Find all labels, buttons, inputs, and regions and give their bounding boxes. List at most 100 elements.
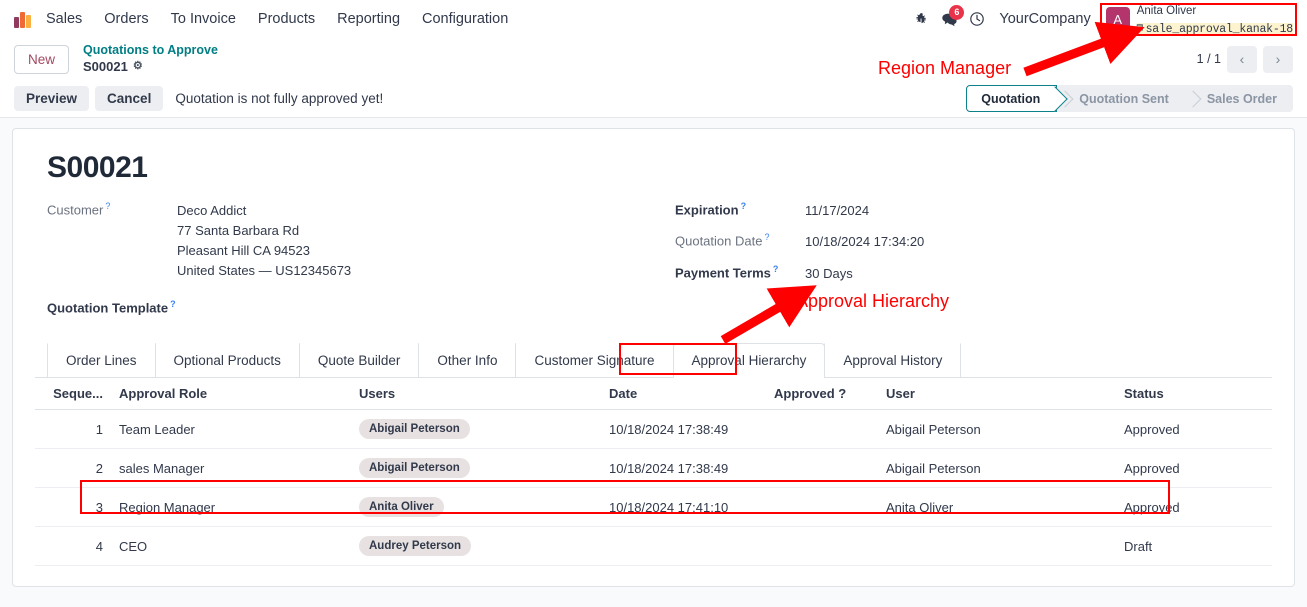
pager: 1 / 1 ‹ › [1196,45,1293,73]
table-row[interactable]: 2 sales Manager Abigail Peterson 10/18/2… [35,448,1272,489]
breadcrumb-current-label: S00021 [83,58,128,74]
field-expiration: Expiration? 11/17/2024 [675,201,1272,221]
database-name: ▤ sale_approval_kanak-18 [1136,22,1294,37]
database-label: sale_approval_kanak-18 [1145,22,1294,36]
customer-label: Customer? [47,201,111,218]
tab-customer-signature[interactable]: Customer Signature [515,343,674,379]
cell-users: Audrey Peterson [353,526,603,567]
cell-approved [768,448,880,489]
cell-date: 10/18/2024 17:41:10 [603,487,768,528]
pager-count: 1 / 1 [1196,52,1221,66]
odoo-sales-logo-icon [14,10,34,28]
tab-order-lines[interactable]: Order Lines [47,343,156,379]
field-customer: Customer? Deco Addict 77 Santa Barbara R… [47,201,667,281]
cell-sequence: 3 [35,487,113,528]
breadcrumb-parent[interactable]: Quotations to Approve [83,43,218,59]
nav-menu-reporting[interactable]: Reporting [326,5,411,33]
preview-button[interactable]: Preview [14,86,90,111]
user-tag: Audrey Peterson [359,536,472,557]
quotation-date-value[interactable]: 10/18/2024 17:34:20 [805,232,924,252]
cell-user: Anita Oliver [880,487,1118,528]
approval-hierarchy-table: Seque... Approval Role Users Date Approv… [35,378,1272,567]
page-title: S00021 [47,151,148,184]
user-tag: Abigail Peterson [359,458,470,479]
table-row[interactable]: 3 Region Manager Anita Oliver 10/18/2024… [35,487,1272,528]
nav-brand-sales[interactable]: Sales [44,5,93,33]
breadcrumb-row: New Quotations to Approve S00021 ⚙ 1 / 1… [0,38,1307,80]
tab-other-info[interactable]: Other Info [418,343,517,379]
pager-previous-button[interactable]: ‹ [1227,45,1257,73]
status-quotation[interactable]: Quotation [966,85,1058,112]
form-column-right: Expiration? 11/17/2024 Quotation Date? 1… [667,201,1272,326]
cancel-button[interactable]: Cancel [95,86,164,111]
col-header-approval-role[interactable]: Approval Role [113,378,353,411]
payment-terms-label: Payment Terms? [675,264,779,281]
status-bar: Quotation Quotation Sent Sales Order [966,85,1293,112]
payment-terms-value[interactable]: 30 Days [805,264,853,284]
user-tag: Anita Oliver [359,497,444,518]
new-button[interactable]: New [14,44,70,74]
help-icon[interactable]: ? [773,264,779,274]
customer-address-line-2: Pleasant Hill CA 94523 [177,243,310,258]
user-name: Anita Oliver [1136,4,1197,17]
field-payment-terms: Payment Terms? 30 Days [675,264,1272,284]
expiration-value[interactable]: 11/17/2024 [805,201,869,221]
customer-address-line-3: United States — US12345673 [177,263,352,278]
tab-approval-hierarchy[interactable]: Approval Hierarchy [672,343,826,379]
customer-address-line-1: 77 Santa Barbara Rd [177,223,300,238]
bug-icon[interactable] [907,5,935,33]
control-panel: Preview Cancel Quotation is not fully ap… [0,80,1307,118]
cell-status: Approved [1118,409,1272,450]
gear-icon[interactable]: ⚙ [133,60,143,74]
help-icon[interactable]: ? [170,299,176,309]
tab-quote-builder[interactable]: Quote Builder [298,343,420,379]
cell-user: Abigail Peterson [880,409,1118,450]
table-body: 1 Team Leader Abigail Peterson 10/18/202… [35,409,1272,567]
customer-link[interactable]: Deco Addict [177,203,246,218]
table-row[interactable]: 4 CEO Audrey Peterson Draft [35,526,1272,567]
help-icon[interactable]: ? [105,201,110,211]
pager-next-button[interactable]: › [1263,45,1293,73]
help-icon[interactable]: ? [741,201,747,211]
col-header-status[interactable]: Status [1118,378,1272,411]
customer-value: Deco Addict 77 Santa Barbara Rd Pleasant… [177,201,351,281]
status-sales-order[interactable]: Sales Order [1184,85,1293,112]
status-quotation-sent[interactable]: Quotation Sent [1057,85,1185,112]
nav-menu-to-invoice[interactable]: To Invoice [160,5,247,33]
quotation-template-label: Quotation Template? [47,299,176,316]
table-row[interactable]: 1 Team Leader Abigail Peterson 10/18/202… [35,409,1272,450]
user-menu[interactable]: A Anita Oliver ▤ sale_approval_kanak-18 [1103,0,1299,38]
col-header-approved[interactable]: Approved ? [768,378,880,411]
nav-menu-configuration[interactable]: Configuration [411,5,519,33]
cell-status: Draft [1118,526,1272,567]
nav-menu-products[interactable]: Products [247,5,326,33]
cell-approval-role: Team Leader [113,409,353,450]
navbar-right-group: 6 YourCompany A Anita Oliver ▤ sale_appr… [907,0,1299,38]
help-icon[interactable]: ? [764,232,769,242]
cell-approval-role: Region Manager [113,487,353,528]
cell-users: Abigail Peterson [353,409,603,450]
cell-users: Anita Oliver [353,487,603,528]
tab-approval-history[interactable]: Approval History [824,343,962,379]
nav-menu-orders[interactable]: Orders [93,5,159,33]
cell-status: Approved [1118,487,1272,528]
cell-users: Abigail Peterson [353,448,603,489]
notebook-tabs: Order Lines Optional Products Quote Buil… [35,342,1272,379]
col-header-user[interactable]: User [880,378,1118,411]
messages-icon[interactable]: 6 [935,5,965,33]
clock-icon[interactable] [963,5,991,33]
table-header-row: Seque... Approval Role Users Date Approv… [35,378,1272,411]
cell-sequence: 2 [35,448,113,489]
breadcrumb: Quotations to Approve S00021 ⚙ [83,43,218,75]
col-header-date[interactable]: Date [603,378,768,411]
cell-approved [768,487,880,528]
company-switcher[interactable]: YourCompany [991,11,1102,27]
tab-optional-products[interactable]: Optional Products [154,343,300,379]
field-quotation-template: Quotation Template? [47,299,667,315]
col-header-users[interactable]: Users [353,378,603,411]
form-fields: Customer? Deco Addict 77 Santa Barbara R… [47,201,1272,326]
cell-approval-role: CEO [113,526,353,567]
col-header-sequence[interactable]: Seque... [35,378,113,411]
cell-sequence: 1 [35,409,113,450]
form-column-left: Customer? Deco Addict 77 Santa Barbara R… [47,201,667,326]
